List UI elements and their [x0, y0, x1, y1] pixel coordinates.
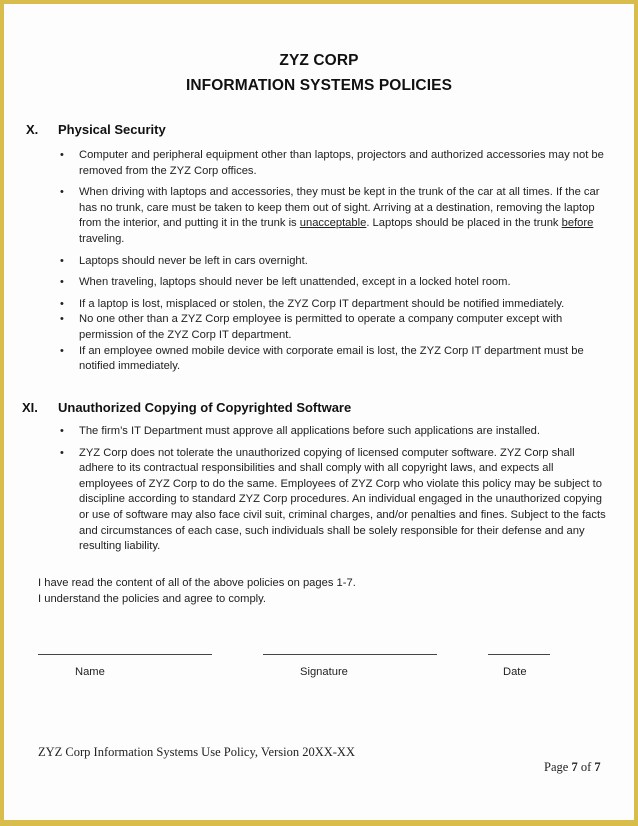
- text-run: traveling.: [79, 232, 125, 245]
- section-number: X.: [26, 122, 39, 137]
- acknowledgement-line-1: I have read the content of all of the ab…: [38, 577, 356, 589]
- page-of: of: [577, 760, 595, 774]
- list-item-text: When driving with laptops and accessorie…: [79, 186, 599, 245]
- list-item-text: Computer and peripheral equipment other …: [79, 149, 604, 177]
- list-item-text: The firm’s IT Department must approve al…: [79, 425, 540, 437]
- section-number: XI.: [22, 400, 38, 415]
- emphasis-before: before: [561, 217, 594, 230]
- date-line[interactable]: [488, 654, 550, 655]
- document-title: INFORMATION SYSTEMS POLICIES: [185, 77, 453, 94]
- list-item: • If an employee owned mobile device wit…: [57, 344, 607, 375]
- document-page: ZYZ CORP INFORMATION SYSTEMS POLICIES X.…: [4, 4, 634, 820]
- list-item: • ZYZ Corp does not tolerate the unautho…: [57, 446, 607, 555]
- page-number: Page 7 of 7: [544, 760, 601, 775]
- list-item: • When traveling, laptops should never b…: [57, 275, 607, 291]
- bullet-icon: •: [60, 313, 64, 326]
- emphasis-unacceptable: unacceptable: [299, 217, 367, 230]
- bullet-icon: •: [60, 186, 64, 199]
- list-item: • Laptops should never be left in cars o…: [57, 254, 607, 270]
- list-item: • When driving with laptops and accessor…: [57, 185, 607, 247]
- total-pages: 7: [594, 760, 601, 774]
- section-title: Unauthorized Copying of Copyrighted Soft…: [58, 400, 352, 415]
- page-prefix: Page: [544, 760, 572, 774]
- bullet-icon: •: [60, 446, 64, 459]
- bullet-icon: •: [60, 276, 64, 289]
- list-item-text: When traveling, laptops should never be …: [79, 276, 511, 289]
- company-name: ZYZ CORP: [279, 52, 359, 69]
- list-item-text: Laptops should never be left in cars ove…: [79, 254, 308, 267]
- section-title: Physical Security: [58, 122, 166, 137]
- unauthorized-copying-list: • The firm’s IT Department must approve …: [57, 424, 607, 555]
- footer-document-title: ZYZ Corp Information Systems Use Policy,…: [38, 745, 355, 759]
- list-item: • The firm’s IT Department must approve …: [57, 424, 607, 440]
- list-item-text: If an employee owned mobile device with …: [79, 344, 584, 373]
- bullet-icon: •: [60, 254, 64, 267]
- signature-label: Signature: [300, 666, 348, 678]
- list-item-text: No one other than a ZYZ Corp employee is…: [79, 313, 563, 341]
- bullet-icon: •: [60, 149, 64, 161]
- date-label: Date: [503, 666, 527, 678]
- physical-security-list: • Computer and peripheral equipment othe…: [57, 148, 607, 375]
- list-item-text: If a laptop is lost, misplaced or stolen…: [79, 297, 565, 310]
- list-item: • If a laptop is lost, misplaced or stol…: [57, 297, 607, 313]
- name-label: Name: [75, 666, 105, 678]
- bullet-icon: •: [60, 425, 64, 437]
- text-run: . Laptops should be placed in the trunk: [366, 217, 562, 230]
- list-item: • No one other than a ZYZ Corp employee …: [57, 312, 607, 343]
- list-item: • Computer and peripheral equipment othe…: [57, 148, 607, 179]
- bullet-icon: •: [60, 344, 64, 357]
- list-item-text: ZYZ Corp does not tolerate the unauthori…: [79, 446, 606, 553]
- signature-line[interactable]: [263, 654, 437, 655]
- acknowledgement-line-2: I understand the policies and agree to c…: [38, 593, 267, 605]
- acknowledgement: I have read the content of all of the ab…: [38, 575, 356, 607]
- name-line[interactable]: [38, 654, 212, 655]
- bullet-icon: •: [60, 297, 64, 310]
